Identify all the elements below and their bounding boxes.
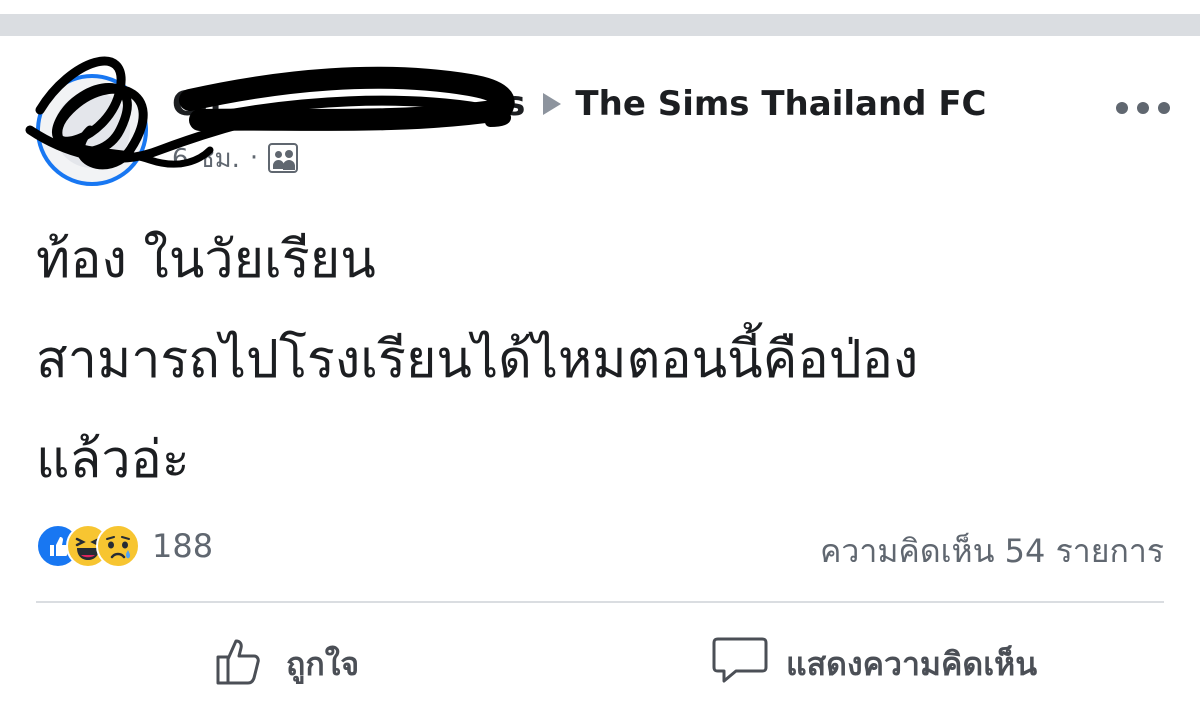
post-body: ท้อง ในวัยเรียน สามารถไปโรงเรียนได้ไหมตอ… [36,210,1176,510]
author-avatar[interactable] [36,74,148,186]
arrow-right-icon [543,93,562,115]
avatar-ring [36,74,148,186]
thumbs-up-icon [214,633,268,695]
post-text-line: ท้อง ในวัยเรียน [36,230,376,290]
group-name-link[interactable]: The Sims Thailand FC [575,84,986,124]
comment-bubble-icon [712,633,768,695]
comment-button-label: แสดงความคิดเห็น [786,644,1038,683]
reactions-summary[interactable]: 188 [36,522,213,570]
more-options-icon[interactable] [1116,96,1170,120]
meta-separator: · [249,143,259,173]
divider [36,601,1164,603]
comment-button[interactable]: แสดงความคิดเห็น [712,636,1037,692]
author-name-start: Ch [172,84,222,124]
post-timestamp[interactable]: 6 ชม. [172,138,240,179]
post-text-line: แล้วอ่ะ [36,430,190,490]
comment-count-link[interactable]: ความคิดเห็น 54 รายการ [820,526,1164,577]
post-header: Ch s The Sims Thailand FC [172,80,987,128]
like-button[interactable]: ถูกใจ [214,636,359,692]
reaction-count: 188 [152,527,214,565]
author-name[interactable]: Ch s [172,84,525,124]
avatar-image [54,92,130,168]
sad-icon [96,524,140,568]
group-audience-icon [268,143,299,173]
post-text-line: สามารถไปโรงเรียนได้ไหมตอนนี้คือป่อง [36,330,919,390]
top-separator-bar [0,14,1200,36]
author-name-end: s [505,84,526,124]
post-meta: 6 ชม. · [172,138,299,179]
top-band [0,0,1200,36]
like-button-label: ถูกใจ [286,644,360,683]
